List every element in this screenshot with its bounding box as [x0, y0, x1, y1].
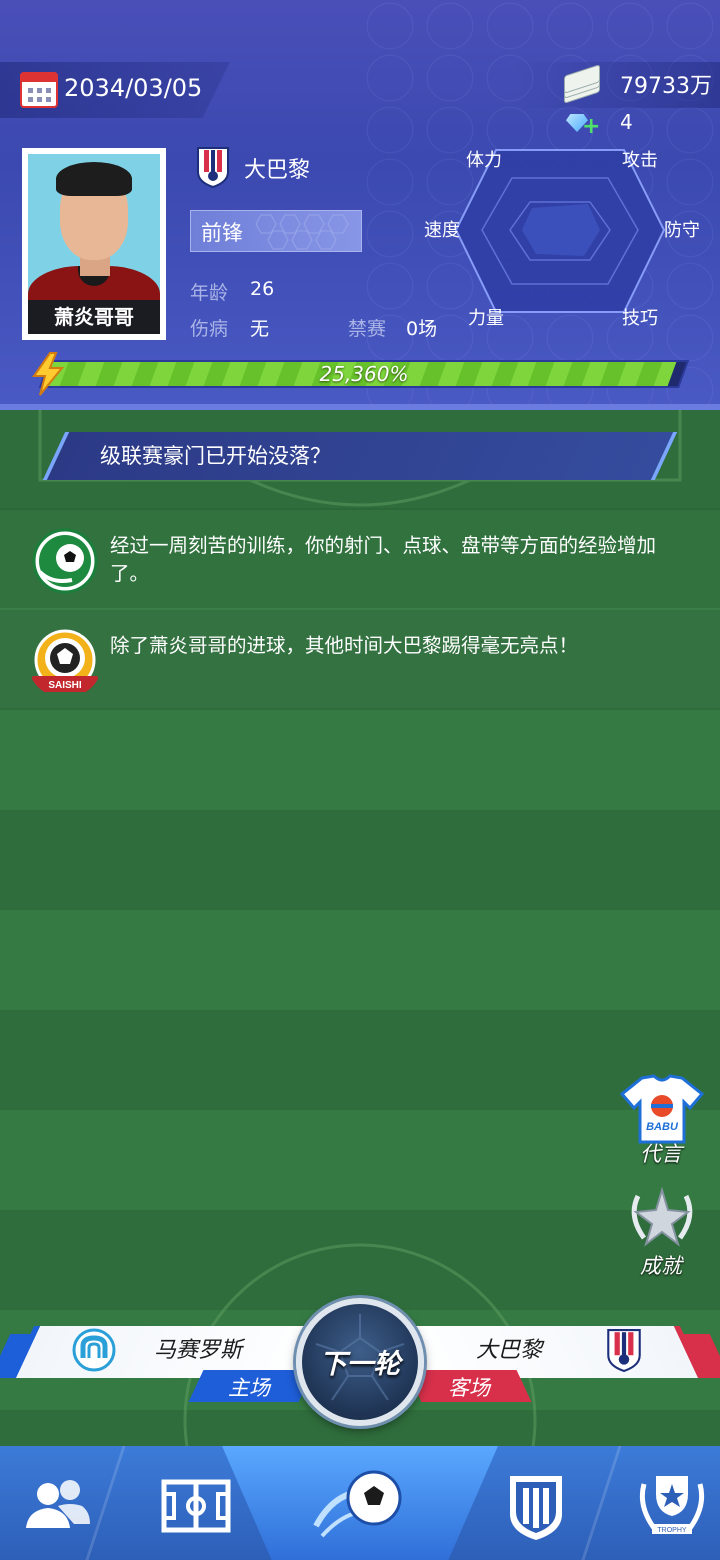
laurel-star-icon: [631, 1186, 693, 1247]
radar-label-skill: 技巧: [622, 308, 658, 329]
endorsement-button[interactable]: BABU 代言: [616, 1074, 706, 1168]
cash-icon: [560, 64, 602, 104]
position-label: 前锋: [201, 221, 243, 245]
age-value: 26: [250, 278, 275, 300]
add-gem-icon[interactable]: +: [566, 110, 600, 138]
news-headline[interactable]: 级联赛豪门已开始没落？: [100, 440, 331, 470]
match-icon[interactable]: [312, 1456, 408, 1552]
news-item-text: 经过一周刻苦的训练，你的射门、点球、盘带等方面的经验增加了。: [110, 534, 657, 585]
achievement-label: 成就: [640, 1254, 682, 1278]
achievement-button[interactable]: 成就: [616, 1186, 706, 1280]
position-badge: 前锋: [190, 210, 362, 252]
endorsement-label: 代言: [640, 1142, 682, 1166]
away-tag-label: 客场: [448, 1376, 490, 1400]
away-team-name: 大巴黎: [476, 1338, 543, 1363]
radar-label-power: 力量: [468, 308, 504, 329]
radar-label-stamina: 体力: [466, 150, 502, 171]
saishi-badge-icon: SAISHI: [32, 629, 98, 692]
ban-label: 禁赛: [348, 318, 387, 340]
age-label: 年龄: [190, 282, 229, 304]
jersey-icon: BABU: [620, 1074, 704, 1144]
team-icon[interactable]: [18, 1466, 98, 1546]
home-team-logo-icon: [72, 1328, 116, 1372]
radar-label-speed: 速度: [424, 220, 460, 241]
radar-label-attack: 攻击: [622, 150, 658, 171]
experience-percent: 25,360%: [319, 362, 409, 386]
game-date: 2034/03/05: [64, 74, 203, 102]
lightning-icon: [32, 352, 65, 396]
trophy-text: TROPHY: [657, 1527, 687, 1534]
gem-count: 4: [620, 110, 633, 134]
home-tag-label: 主场: [228, 1376, 270, 1400]
injury-label: 伤病: [190, 318, 229, 340]
news-item[interactable]: SAISHI 除了萧炎哥哥的进球，其他时间大巴黎踢得毫无亮点！: [0, 608, 720, 708]
club-badge-icon: [197, 147, 229, 188]
calendar-icon[interactable]: [20, 72, 58, 108]
trophy-icon[interactable]: TROPHY: [632, 1466, 712, 1546]
player-portrait[interactable]: 萧炎哥哥: [22, 148, 166, 340]
player-name: 萧炎哥哥: [28, 300, 160, 334]
club-icon[interactable]: [496, 1466, 576, 1546]
news-item-text: 除了萧炎哥哥的进球，其他时间大巴黎踢得毫无亮点！: [110, 634, 579, 657]
saishi-badge-text: SAISHI: [48, 680, 82, 691]
money-value: 79733万: [620, 74, 712, 99]
ban-value: 0场: [406, 318, 438, 340]
away-team-logo-icon: [607, 1329, 641, 1372]
pitch-icon[interactable]: [156, 1466, 236, 1546]
football-icon: [32, 528, 98, 594]
radar-label-defense: 防守: [664, 220, 700, 241]
next-round-label[interactable]: 下一轮: [296, 1342, 424, 1381]
injury-value: 无: [250, 318, 270, 340]
home-team-name: 马赛罗斯: [154, 1338, 243, 1363]
club-name: 大巴黎: [244, 158, 311, 183]
jersey-text: BABU: [646, 1121, 679, 1133]
news-item[interactable]: 经过一周刻苦的训练，你的射门、点球、盘带等方面的经验增加了。: [0, 508, 720, 608]
